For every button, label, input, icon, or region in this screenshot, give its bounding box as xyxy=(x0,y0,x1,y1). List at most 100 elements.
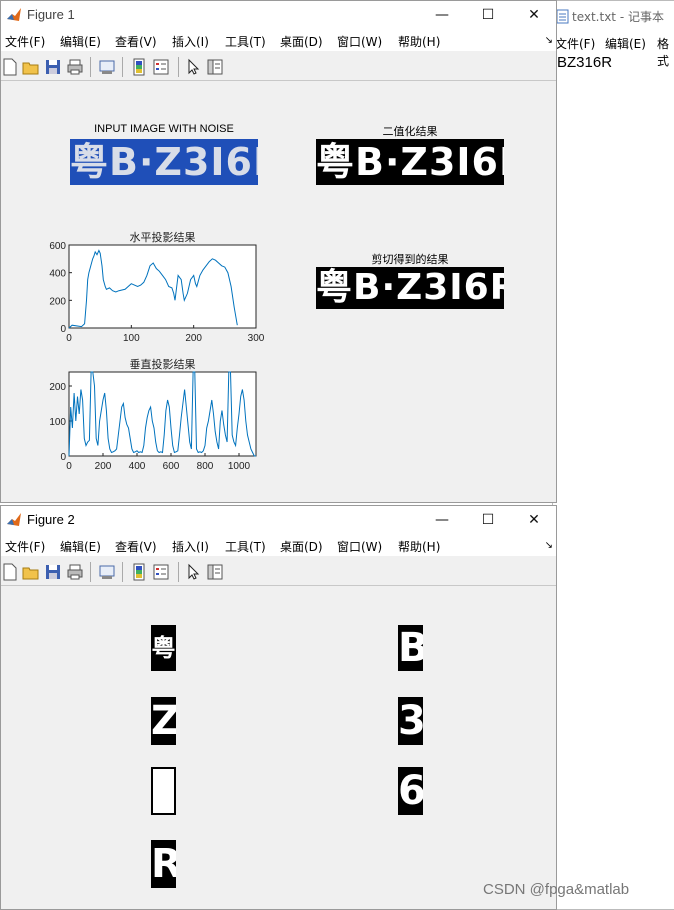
vertical-projection-chart: 垂直投影结果 0 200 400 600 800 1000 0 100 200 xyxy=(49,357,257,472)
save-icon[interactable] xyxy=(44,58,62,76)
close-button[interactable]: ✕ xyxy=(511,508,557,534)
x-tick-label: 800 xyxy=(197,461,214,472)
char-tile-7: R xyxy=(151,840,176,888)
figure1-title: Figure 1 xyxy=(27,7,75,22)
save-icon[interactable] xyxy=(44,563,62,581)
y-tick-label: 0 xyxy=(60,324,66,335)
menu-window[interactable]: 窗口(W) xyxy=(337,538,382,555)
figure1-menubar: 文件(F) 编辑(E) 查看(V) 插入(I) 工具(T) 桌面(D) 窗口(W… xyxy=(1,31,556,51)
crop-image-title: 剪切得到的结果 xyxy=(371,253,449,266)
toolbar-separator xyxy=(122,562,123,582)
menu-help[interactable]: 帮助(H) xyxy=(398,33,440,50)
print-icon[interactable] xyxy=(66,58,84,76)
menu-edit[interactable]: 编辑(E) xyxy=(60,538,101,555)
y-tick-label: 600 xyxy=(49,241,66,252)
char-tile-6: 6 xyxy=(398,767,423,815)
property-editor-icon[interactable] xyxy=(206,58,224,76)
x-tick-label: 200 xyxy=(185,333,202,344)
notepad-menu-format[interactable]: 格式 xyxy=(657,35,674,69)
figure1-titlebar[interactable]: Figure 1 — ☐ ✕ xyxy=(1,1,556,31)
menu-file[interactable]: 文件(F) xyxy=(5,33,45,50)
toolbar-separator xyxy=(178,57,179,77)
x-tick-label: 200 xyxy=(95,461,112,472)
menu-tools[interactable]: 工具(T) xyxy=(225,538,266,555)
matlab-icon xyxy=(7,513,21,526)
notepad-menu-file[interactable]: 文件(F) xyxy=(555,35,595,52)
menu-help[interactable]: 帮助(H) xyxy=(398,538,440,555)
menu-desktop[interactable]: 桌面(D) xyxy=(280,538,323,555)
chart-title: 水平投影结果 xyxy=(130,230,196,244)
colorbar-icon[interactable] xyxy=(130,563,148,581)
x-tick-label: 0 xyxy=(66,333,72,344)
figure2-window: Figure 2 — ☐ ✕ 文件(F) 编辑(E) 查看(V) 插入(I) 工… xyxy=(0,505,629,910)
close-button[interactable]: ✕ xyxy=(511,3,557,29)
x-tick-label: 100 xyxy=(123,333,140,344)
notepad-title: text.txt - 记事本 xyxy=(572,10,664,24)
toolbar-separator xyxy=(90,57,91,77)
colorbar-icon[interactable] xyxy=(130,58,148,76)
notepad-text-area[interactable]: BZ316R xyxy=(557,54,612,71)
y-tick-label: 200 xyxy=(49,296,66,307)
notepad-icon xyxy=(556,9,569,24)
x-tick-label: 600 xyxy=(163,461,180,472)
figure1-canvas: INPUT IMAGE WITH NOISE 粤B·Z3I6R 二值化结果 粤B… xyxy=(1,82,556,502)
char-tile-5 xyxy=(151,767,176,815)
figure1-toolbar xyxy=(1,53,556,81)
figure2-title: Figure 2 xyxy=(27,512,75,527)
horizontal-projection-chart: 水平投影结果 0 100 200 300 0 200 400 600 xyxy=(49,230,264,344)
y-tick-label: 400 xyxy=(49,269,66,280)
menu-view[interactable]: 查看(V) xyxy=(115,538,157,555)
print-icon[interactable] xyxy=(66,563,84,581)
input-plate-image: 粤B·Z3I6R xyxy=(70,139,258,185)
legend-icon[interactable] xyxy=(152,58,170,76)
cropped-plate-image: 粤B·Z3I6R xyxy=(316,267,504,309)
figure2-toolbar xyxy=(1,558,556,586)
menu-insert[interactable]: 插入(I) xyxy=(172,33,209,50)
link-plot-icon[interactable] xyxy=(98,58,116,76)
new-figure-icon[interactable] xyxy=(1,563,19,581)
open-file-icon[interactable] xyxy=(22,563,40,581)
dock-icon[interactable]: ↘ xyxy=(545,35,553,46)
menu-view[interactable]: 查看(V) xyxy=(115,33,157,50)
legend-icon[interactable] xyxy=(152,563,170,581)
figure2-titlebar[interactable]: Figure 2 — ☐ ✕ xyxy=(1,506,556,536)
char-tile-4: 3 xyxy=(398,697,423,745)
new-figure-icon[interactable] xyxy=(1,58,19,76)
notepad-titlebar[interactable]: text.txt - 记事本 xyxy=(553,1,674,31)
menu-insert[interactable]: 插入(I) xyxy=(172,538,209,555)
minimize-button[interactable]: — xyxy=(419,3,465,29)
plot-area xyxy=(68,244,257,329)
y-tick-label: 0 xyxy=(60,452,66,463)
notepad-menu-edit[interactable]: 编辑(E) xyxy=(605,35,646,52)
notepad-menubar: 文件(F) 编辑(E) 格式 xyxy=(553,33,674,68)
minimize-button[interactable]: — xyxy=(419,508,465,534)
y-tick-label: 200 xyxy=(49,382,66,393)
maximize-button[interactable]: ☐ xyxy=(465,508,511,534)
pointer-icon[interactable] xyxy=(184,58,202,76)
open-file-icon[interactable] xyxy=(22,58,40,76)
figure2-canvas: 粤 B Z 3 6 R CSDN @fpga&matlab xyxy=(1,587,629,909)
dock-icon[interactable]: ↘ xyxy=(545,540,553,551)
input-image-title: INPUT IMAGE WITH NOISE xyxy=(94,123,234,135)
toolbar-separator xyxy=(178,562,179,582)
menu-file[interactable]: 文件(F) xyxy=(5,538,45,555)
chart-title: 垂直投影结果 xyxy=(130,357,196,371)
link-plot-icon[interactable] xyxy=(98,563,116,581)
menu-edit[interactable]: 编辑(E) xyxy=(60,33,101,50)
x-tick-label: 1000 xyxy=(228,461,251,472)
toolbar-separator xyxy=(122,57,123,77)
figure1-window: Figure 1 — ☐ ✕ 文件(F) 编辑(E) 查看(V) 插入(I) 工… xyxy=(0,0,557,503)
y-tick-label: 100 xyxy=(49,417,66,428)
binary-image-title: 二值化结果 xyxy=(382,125,438,138)
menu-tools[interactable]: 工具(T) xyxy=(225,33,266,50)
pointer-icon[interactable] xyxy=(184,563,202,581)
menu-desktop[interactable]: 桌面(D) xyxy=(280,33,323,50)
toolbar-separator xyxy=(90,562,91,582)
x-tick-label: 0 xyxy=(66,461,72,472)
char-tile-3: Z xyxy=(151,697,176,745)
notepad-window: text.txt - 记事本 文件(F) 编辑(E) 格式 BZ316R xyxy=(552,0,674,910)
menu-window[interactable]: 窗口(W) xyxy=(337,33,382,50)
property-editor-icon[interactable] xyxy=(206,563,224,581)
maximize-button[interactable]: ☐ xyxy=(465,3,511,29)
x-tick-label: 400 xyxy=(129,461,146,472)
